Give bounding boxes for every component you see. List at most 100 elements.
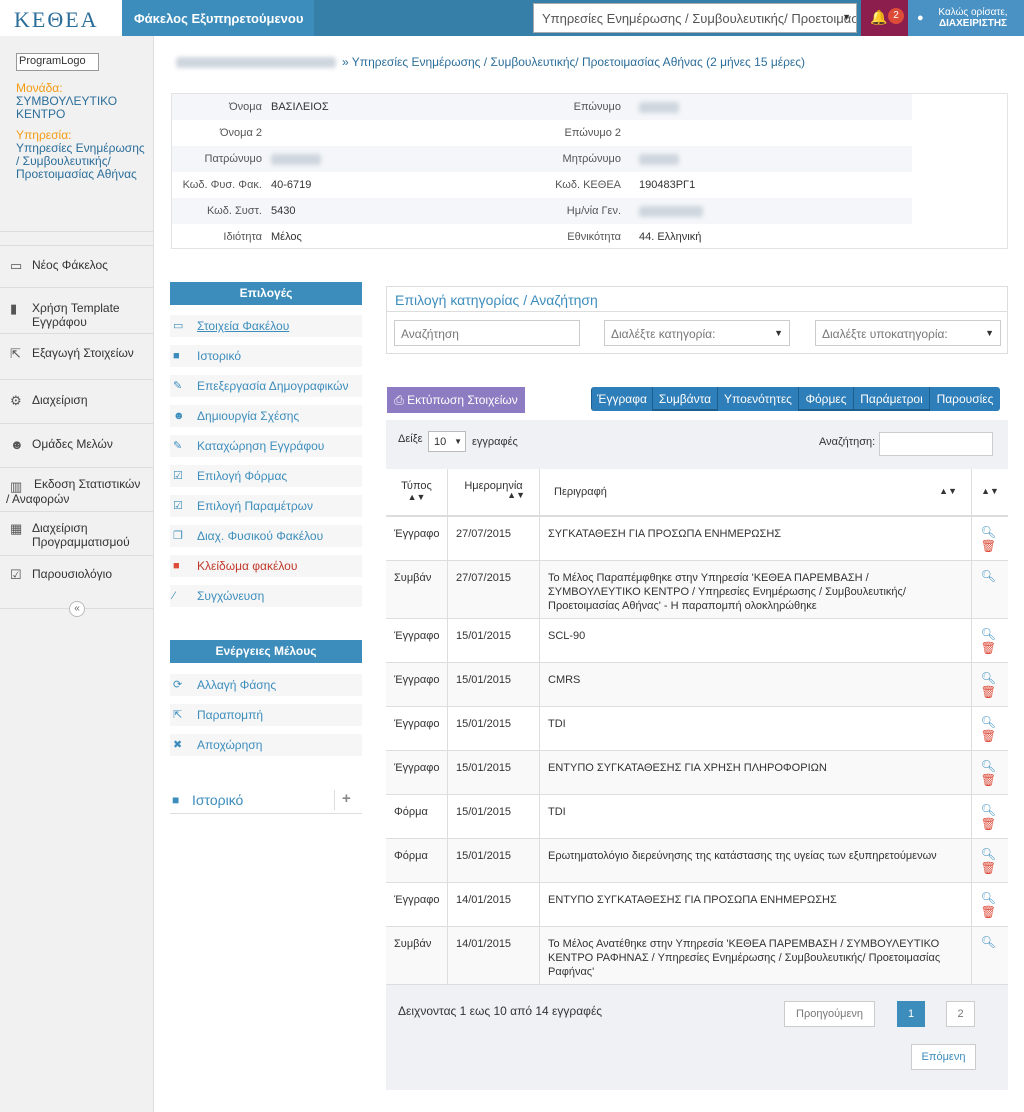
zoom-icon[interactable]: 🔍︎ <box>981 569 996 583</box>
users-icon: ☻ <box>10 437 24 452</box>
zoom-icon[interactable]: 🔍︎ <box>981 525 996 539</box>
table-row: Έγγραφο 15/01/2015 ΕΝΤΥΠΟ ΣΥΓΚΑΤΑΘΕΣΗΣ ΓΙΑ… <box>386 751 1008 795</box>
tab-parameters[interactable]: Παράμετροι <box>853 387 929 411</box>
trash-icon[interactable]: 🗑︎ <box>981 685 996 699</box>
row-description-cell: Το Μέλος Ανατέθηκε στην Υπηρεσία 'ΚΕΘΕΑ … <box>540 927 972 984</box>
refresh-icon: ⟳ <box>173 679 183 691</box>
row-description: ΕΝΤΥΠΟ ΣΥΓΚΑΤΑΘΕΣΗΣ ΓΙΑ ΧΡΗΣΗ ΠΛΗΡΟΦΟΡΙΩ… <box>548 762 827 774</box>
page-length-select[interactable]: 10 ▼ <box>428 431 466 452</box>
zoom-icon[interactable]: 🔍︎ <box>981 847 996 861</box>
field-value <box>639 205 703 217</box>
tab-attendance[interactable]: Παρουσίες <box>929 387 1000 411</box>
service-select[interactable]: Υπηρεσίες Ενημέρωσης / Συμβουλευτικής/ Π… <box>533 3 857 33</box>
check-icon: ☑ <box>173 470 183 482</box>
zoom-icon[interactable]: 🔍︎ <box>981 803 996 817</box>
table-search-input[interactable] <box>879 432 993 456</box>
trash-icon[interactable]: 🗑︎ <box>981 539 996 553</box>
option-item[interactable]: ❐ Διαχ. Φυσικού Φακέλου <box>170 525 362 547</box>
column-header-actions[interactable]: ▲▼ <box>972 469 1008 517</box>
option-item[interactable]: ☑ Επιλογή Παραμέτρων <box>170 495 362 517</box>
option-item[interactable]: ✎ Επεξεργασία Δημογραφικών <box>170 375 362 397</box>
trash-icon[interactable]: 🗑︎ <box>981 773 996 787</box>
sidebar-item-new-folder[interactable]: ▭ Νέος Φάκελος <box>0 245 153 285</box>
print-icon: ⎙ <box>394 393 408 407</box>
row-actions: 🔍︎ 🗑︎ <box>981 803 996 831</box>
lock-icon: ■ <box>173 560 180 572</box>
row-description: Το Μέλος Παραπέμφθηκε στην Υπηρεσία 'ΚΕΘ… <box>548 572 906 612</box>
option-label: Συγχώνευση <box>197 589 265 603</box>
print-button[interactable]: ⎙ Εκτύπωση Στοιχείων <box>387 387 525 413</box>
sidebar-item-admin[interactable]: ⚙ Διαχείριση <box>0 379 153 423</box>
field-value: Μέλος <box>271 231 302 243</box>
row-description-cell: Το Μέλος Παραπέμφθηκε στην Υπηρεσία 'ΚΕΘ… <box>540 561 972 618</box>
sidebar-item-label: Χρήση Template Εγγράφου <box>32 301 120 329</box>
option-item[interactable]: ✎ Καταχώρηση Εγγράφου <box>170 435 362 457</box>
zoom-icon[interactable]: 🔍︎ <box>981 891 996 905</box>
user-menu[interactable]: ● Καλώς ορίσατε, ΔΙΑΧΕΙΡΙΣΤΗΣ <box>908 0 1024 36</box>
page-1-button[interactable]: 1 <box>897 1001 925 1027</box>
member-action-item[interactable]: ⇱ Παραπομπή <box>170 704 362 726</box>
book-icon: ■ <box>173 350 180 362</box>
row-description: Ερωτηματολόγιο διερεύνησης της κατάσταση… <box>548 850 937 862</box>
page-2-button[interactable]: 2 <box>946 1001 975 1027</box>
sidebar-item-groups[interactable]: ☻ Ομάδες Μελών <box>0 423 153 467</box>
column-header-label: Τύπος <box>401 480 432 492</box>
history-panel-title[interactable]: Ιστορικό <box>192 792 243 808</box>
trash-icon[interactable]: 🗑︎ <box>981 729 996 743</box>
sort-icon: ▲▼ <box>939 486 957 496</box>
column-header-date[interactable]: Ημερομηνία ▲▼ <box>448 469 540 517</box>
row-actions: 🔍︎ 🗑︎ <box>981 891 996 919</box>
option-item[interactable]: ☻ Δημιουργία Σχέσης <box>170 405 362 427</box>
sidebar-item-label: Παρουσιολόγιο <box>32 567 113 581</box>
previous-page-button[interactable]: Προηγούμενη <box>784 1001 875 1027</box>
field-value <box>639 153 679 165</box>
option-label: Επιλογή Παραμέτρων <box>197 499 314 513</box>
bell-icon: 🔔 <box>870 9 888 25</box>
option-item[interactable]: ⁄ Συγχώνευση <box>170 585 362 607</box>
category-select[interactable]: Διαλέξτε κατηγορία: ▼ <box>604 320 790 346</box>
tab-events[interactable]: Συμβάντα <box>652 387 717 411</box>
column-header-description[interactable]: Περιγραφή ▲▼ <box>540 469 972 517</box>
add-history-button[interactable]: + <box>342 790 351 807</box>
collapse-sidebar-button[interactable]: « <box>69 601 85 617</box>
sidebar-item-export[interactable]: ⇱ Εξαγωγή Στοιχείων <box>0 333 153 377</box>
next-page-button[interactable]: Επόμενη <box>911 1044 976 1070</box>
row-type: Έγγραφο <box>386 619 448 662</box>
zoom-icon[interactable]: 🔍︎ <box>981 627 996 641</box>
option-item[interactable]: ▭ Στοιχεία Φακέλου <box>170 315 362 337</box>
zoom-icon[interactable]: 🔍︎ <box>981 715 996 729</box>
notifications-button[interactable]: 🔔 2 <box>861 0 908 36</box>
keθea-logo[interactable]: KEΘEA <box>0 0 122 36</box>
search-input[interactable]: Αναζήτηση <box>394 320 580 346</box>
column-header-type[interactable]: Τύπος ▲▼ <box>386 469 448 517</box>
zoom-icon[interactable]: 🔍︎ <box>981 935 996 949</box>
table-search-label: Αναζήτηση: <box>819 436 876 448</box>
subcategory-select[interactable]: Διαλέξτε υποκατηγορία: ▼ <box>815 320 1001 346</box>
row-date: 15/01/2015 <box>448 839 540 882</box>
copy-icon: ❐ <box>173 530 183 542</box>
sidebar-item-scheduling[interactable]: ▦ Διαχείριση Προγραμματισμού <box>0 511 153 555</box>
table-row: Έγγραφο 15/01/2015 TDI 🔍︎ 🗑︎ <box>386 707 1008 751</box>
trash-icon[interactable]: 🗑︎ <box>981 905 996 919</box>
member-action-item[interactable]: ⟳ Αλλαγή Φάσης <box>170 674 362 696</box>
trash-icon[interactable]: 🗑︎ <box>981 861 996 875</box>
sidebar-item-template[interactable]: ▮ Χρήση Template Εγγράφου <box>0 287 153 333</box>
option-item[interactable]: ■ Ιστορικό <box>170 345 362 367</box>
trash-icon[interactable]: 🗑︎ <box>981 641 996 655</box>
folder-icon: ▭ <box>10 258 23 273</box>
option-item[interactable]: ■ Κλείδωμα φακέλου <box>170 555 362 577</box>
option-item[interactable]: ☑ Επιλογή Φόρμας <box>170 465 362 487</box>
sidebar-item-label: Εκδοση Στατιστικών / Αναφορών <box>6 477 141 506</box>
member-action-item[interactable]: ✖ Αποχώρηση <box>170 734 362 756</box>
tab-documents[interactable]: Έγγραφα <box>591 387 652 411</box>
row-description: TDI <box>548 806 566 818</box>
trash-icon[interactable]: 🗑︎ <box>981 817 996 831</box>
zoom-icon[interactable]: 🔍︎ <box>981 759 996 773</box>
tab-forms[interactable]: Φόρμες <box>798 387 853 411</box>
sidebar-item-attendance[interactable]: ☑ Παρουσιολόγιο <box>0 555 153 599</box>
row-description: SCL-90 <box>548 630 586 642</box>
zoom-icon[interactable]: 🔍︎ <box>981 671 996 685</box>
sidebar-item-reports[interactable]: ▥ Εκδοση Στατιστικών / Αναφορών <box>0 467 153 511</box>
tab-subsections[interactable]: Υποενότητες <box>717 387 798 411</box>
row-actions: 🔍︎ 🗑︎ <box>981 671 996 699</box>
